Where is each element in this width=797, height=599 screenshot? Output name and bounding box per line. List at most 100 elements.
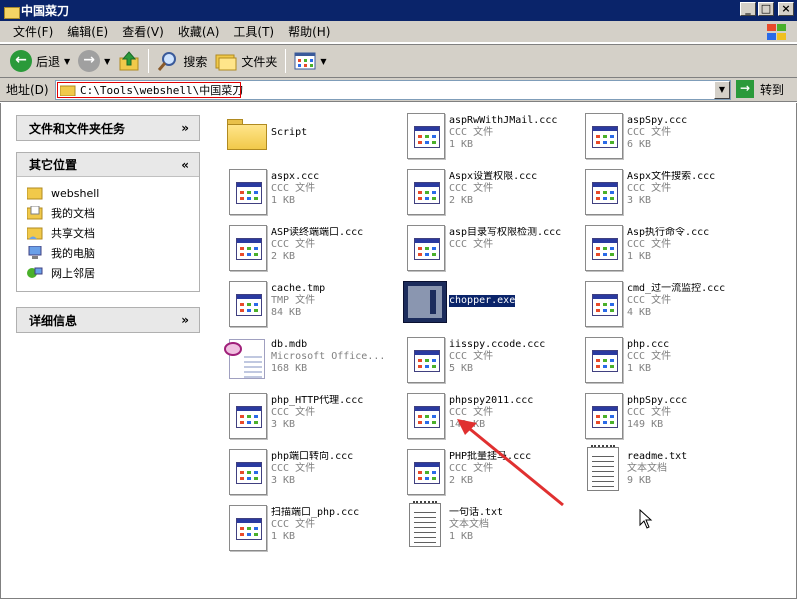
maximize-button[interactable]: □	[758, 2, 774, 16]
network-icon	[27, 267, 43, 278]
file-item[interactable]: cmd_过一流监控.ccc CCC 文件 4 KB	[577, 279, 747, 331]
chevron-down-icon[interactable]: »	[181, 313, 189, 327]
file-size: 149 KB	[449, 419, 486, 430]
place-webshell[interactable]: webshell	[27, 183, 199, 203]
file-item[interactable]: php.ccc CCC 文件 1 KB	[577, 335, 747, 387]
file-size: 9 KB	[627, 475, 652, 486]
forward-button[interactable]: → ▼	[74, 47, 114, 75]
file-name: 扫描端口_php.ccc	[271, 507, 360, 518]
file-size: 168 KB	[271, 363, 308, 374]
file-type: CCC 文件	[449, 351, 494, 362]
place-shared-documents[interactable]: 共享文档	[27, 223, 199, 243]
file-name: aspSpy.ccc	[627, 115, 688, 126]
file-item[interactable]: db.mdb Microsoft Office... 168 KB	[221, 335, 391, 387]
ccc-file-icon	[223, 223, 269, 273]
file-item[interactable]: aspSpy.ccc CCC 文件 6 KB	[577, 111, 747, 163]
views-icon	[294, 52, 316, 70]
menu-favorites[interactable]: 收藏(A)	[171, 22, 227, 42]
file-item[interactable]: iisspy.ccode.ccc CCC 文件 5 KB	[399, 335, 569, 387]
place-my-documents[interactable]: 我的文档	[27, 203, 199, 223]
file-type: CCC 文件	[449, 239, 494, 250]
file-item[interactable]: asp目录写权限检测.ccc CCC 文件	[399, 223, 569, 275]
ccc-file-icon	[579, 335, 625, 385]
go-button[interactable]: → 转到	[736, 80, 784, 98]
minimize-button[interactable]: _	[740, 2, 756, 16]
up-button[interactable]	[114, 47, 144, 75]
file-item[interactable]: Script	[221, 111, 391, 163]
file-type: CCC 文件	[271, 463, 316, 474]
place-label: 我的电脑	[51, 247, 95, 260]
chevron-up-icon[interactable]: «	[181, 158, 189, 172]
panel-file-tasks[interactable]: 文件和文件夹任务 »	[16, 115, 200, 141]
chevron-down-icon[interactable]: ▼	[320, 57, 326, 66]
file-item[interactable]: ASP读终端端口.ccc CCC 文件 2 KB	[221, 223, 391, 275]
file-meta: ASP读终端端口.ccc CCC 文件 2 KB	[271, 227, 396, 263]
file-item[interactable]: php_HTTP代理.ccc CCC 文件 3 KB	[221, 391, 391, 443]
place-my-computer[interactable]: 我的电脑	[27, 243, 199, 263]
menu-edit[interactable]: 编辑(E)	[60, 22, 115, 42]
ccc-file-icon	[579, 223, 625, 273]
file-size: 84 KB	[271, 307, 302, 318]
documents-folder-icon	[27, 206, 43, 220]
menu-file[interactable]: 文件(F)	[6, 22, 60, 42]
menu-view[interactable]: 查看(V)	[115, 22, 171, 42]
file-item[interactable]: aspx.ccc CCC 文件 1 KB	[221, 167, 391, 219]
file-item[interactable]: phpspy2011.ccc CCC 文件 149 KB	[399, 391, 569, 443]
file-meta: php_HTTP代理.ccc CCC 文件 3 KB	[271, 395, 396, 431]
file-size: 1 KB	[271, 531, 296, 542]
file-item[interactable]: phpSpy.ccc CCC 文件 149 KB	[577, 391, 747, 443]
back-button[interactable]: ← 后退 ▼	[6, 47, 74, 75]
back-arrow-icon: ←	[10, 50, 32, 72]
explorer-main: 文件和文件夹任务 » 其它位置 « webshell 我的文档 共享文档 我的电…	[0, 103, 797, 599]
ccc-file-icon	[401, 447, 447, 497]
search-button[interactable]: 搜索	[153, 47, 211, 75]
address-input[interactable]: C:\Tools\webshell\中国菜刀 ▼	[55, 80, 731, 100]
file-size: 1 KB	[449, 531, 474, 542]
address-label: 地址(D)	[6, 83, 49, 97]
views-button[interactable]: ▼	[290, 47, 330, 75]
file-item[interactable]: Aspx设置权限.ccc CCC 文件 2 KB	[399, 167, 569, 219]
place-label: 我的文档	[51, 207, 95, 220]
file-name: phpSpy.ccc	[627, 395, 688, 406]
file-meta: phpSpy.ccc CCC 文件 149 KB	[627, 395, 752, 431]
file-item[interactable]: readme.txt 文本文档 9 KB	[577, 445, 747, 499]
file-name: aspRwWithJMail.ccc	[449, 115, 558, 126]
file-item[interactable]: chopper.exe	[399, 279, 569, 331]
file-meta: 一句话.txt 文本文档 1 KB	[449, 507, 574, 543]
file-type: CCC 文件	[449, 407, 494, 418]
chevron-down-icon[interactable]: »	[181, 121, 189, 135]
file-item[interactable]: 一句话.txt 文本文档 1 KB	[399, 501, 569, 555]
file-item[interactable]: php端口转向.ccc CCC 文件 3 KB	[221, 447, 391, 499]
file-name: asp目录写权限检测.ccc	[449, 227, 562, 238]
panel-details[interactable]: 详细信息 »	[16, 307, 200, 333]
ccc-file-icon	[579, 111, 625, 161]
file-item[interactable]: cache.tmp TMP 文件 84 KB	[221, 279, 391, 331]
go-label: 转到	[760, 82, 785, 97]
folders-button[interactable]: 文件夹	[211, 47, 281, 75]
file-item[interactable]: aspRwWithJMail.ccc CCC 文件 1 KB	[399, 111, 569, 163]
file-meta: db.mdb Microsoft Office... 168 KB	[271, 339, 396, 375]
address-dropdown-button[interactable]: ▼	[714, 81, 730, 99]
search-label: 搜索	[183, 54, 208, 69]
ccc-file-icon	[223, 279, 269, 329]
place-network[interactable]: 网上邻居	[27, 263, 199, 283]
file-item[interactable]: Aspx文件搜索.ccc CCC 文件 3 KB	[577, 167, 747, 219]
file-name: cmd_过一流监控.ccc	[627, 283, 726, 294]
ccc-file-icon	[223, 391, 269, 441]
menu-help[interactable]: 帮助(H)	[281, 22, 337, 42]
file-item[interactable]: Asp执行命令.ccc CCC 文件 1 KB	[577, 223, 747, 275]
address-bar: 地址(D) C:\Tools\webshell\中国菜刀 ▼ → 转到	[0, 78, 797, 102]
close-button[interactable]: ×	[778, 2, 794, 16]
ccc-file-icon	[401, 223, 447, 273]
file-size: 3 KB	[271, 419, 296, 430]
file-type: CCC 文件	[627, 127, 672, 138]
chevron-down-icon[interactable]: ▼	[64, 57, 70, 66]
chevron-down-icon[interactable]: ▼	[104, 57, 110, 66]
file-item[interactable]: PHP批量挂马.ccc CCC 文件 2 KB	[399, 447, 569, 499]
file-name: Aspx设置权限.ccc	[449, 171, 538, 182]
panel-other-places: 其它位置 « webshell 我的文档 共享文档 我的电脑 网上邻居	[16, 152, 200, 292]
menu-tools[interactable]: 工具(T)	[226, 22, 281, 42]
window-title: 中国菜刀	[21, 4, 70, 18]
ccc-file-icon	[401, 167, 447, 217]
file-item[interactable]: 扫描端口_php.ccc CCC 文件 1 KB	[221, 503, 391, 555]
